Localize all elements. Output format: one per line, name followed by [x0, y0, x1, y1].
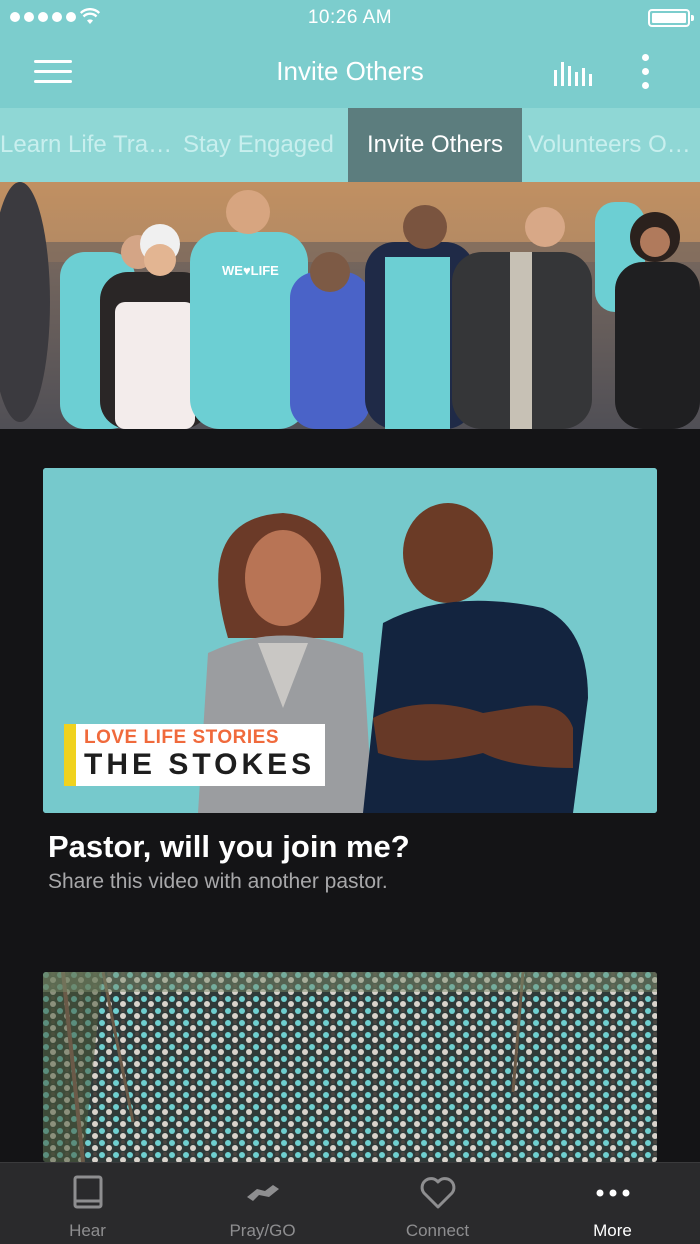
tabbar-hear[interactable]: Hear — [0, 1163, 175, 1244]
video-card-crowd[interactable] — [43, 972, 657, 1162]
handshake-icon — [246, 1185, 279, 1201]
kebab-icon[interactable] — [632, 52, 660, 92]
tabbar-connect[interactable]: Connect — [350, 1163, 525, 1244]
tabbar-connect-label: Connect — [405, 1221, 470, 1240]
card-subtitle: Share this video with another pastor. — [48, 870, 388, 893]
tabbar-hear-label: Hear — [69, 1221, 106, 1240]
video-card-stokes[interactable]: LOVE LIFE STORIES THE STOKES — [43, 468, 657, 813]
svg-text:WE♥LIFE: WE♥LIFE — [222, 263, 279, 278]
tab-learn-life-training[interactable]: Learn Life Training — [0, 108, 174, 182]
video-badge: LOVE LIFE STORIES THE STOKES — [64, 724, 326, 786]
card-title[interactable]: Pastor, will you join me? — [48, 829, 410, 865]
badge-episode-title: THE STOKES — [84, 748, 316, 781]
tabbar-pray-go[interactable]: Pray/GO — [175, 1163, 350, 1244]
hero-image: WE♥LIFE — [0, 182, 700, 429]
section-tabs: Learn Life Training Stay Engaged Invite … — [0, 108, 700, 182]
tabbar-more-label: More — [593, 1221, 632, 1240]
heart-icon — [420, 1177, 455, 1209]
status-bar: 10:26 AM — [0, 0, 700, 36]
page-title: Invite Others — [276, 56, 424, 86]
tab-stay-engaged[interactable]: Stay Engaged — [183, 108, 343, 182]
bars-icon[interactable] — [552, 58, 592, 88]
top-bar: 10:26 AM Invite Others — [0, 0, 700, 108]
more-dots-icon — [596, 1189, 629, 1197]
nav-bar: Invite Others — [0, 36, 700, 108]
tab-volunteers[interactable]: Volunteers Opportunities — [528, 108, 700, 182]
bottom-tab-bar: Hear Pray/GO Connect More — [0, 1162, 700, 1244]
crowd-aerial-photo — [43, 972, 657, 1162]
tabbar-more[interactable]: More — [525, 1163, 700, 1244]
crowd-photo: WE♥LIFE — [0, 182, 700, 429]
tab-invite-others[interactable]: Invite Others — [348, 108, 522, 182]
book-icon — [73, 1175, 102, 1209]
tabbar-pray-go-label: Pray/GO — [229, 1221, 296, 1240]
status-time: 10:26 AM — [307, 7, 393, 28]
badge-series-label: LOVE LIFE STORIES — [84, 727, 280, 748]
battery-icon — [648, 9, 694, 27]
